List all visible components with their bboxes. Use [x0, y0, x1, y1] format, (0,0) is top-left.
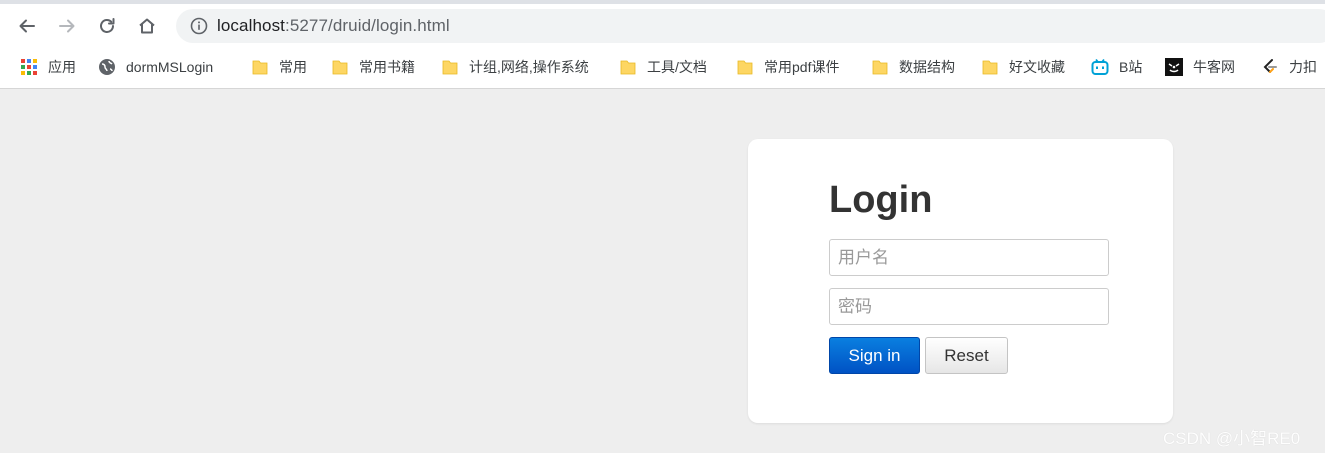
bookmark-label: 常用pdf课件: [764, 59, 840, 75]
folder-icon: [441, 58, 459, 76]
bookmark-label: 好文收藏: [1009, 59, 1065, 75]
folder-icon: [736, 58, 754, 76]
globe-icon: [98, 58, 116, 76]
bookmark-folder-books[interactable]: 常用书籍: [331, 52, 415, 82]
reload-button[interactable]: [91, 10, 123, 42]
nowcoder-icon: [1165, 58, 1183, 76]
bookmark-folder-pdf[interactable]: 常用pdf课件: [736, 52, 839, 82]
reload-icon: [100, 18, 115, 33]
bookmark-leetcode[interactable]: 力扣: [1261, 52, 1317, 82]
back-button[interactable]: [11, 10, 43, 42]
folder-icon: [251, 58, 269, 76]
folder-icon: [871, 58, 889, 76]
leetcode-icon: [1261, 58, 1279, 76]
bookmark-label: 力扣: [1289, 59, 1317, 75]
bookmark-label: 数据结构: [899, 59, 955, 75]
bookmark-folder-cs[interactable]: 计组,网络,操作系统: [441, 52, 589, 82]
apps-grid-icon: [20, 58, 38, 76]
bookmark-folder-changyong[interactable]: 常用: [251, 52, 307, 82]
bookmark-label: dormMSLogin: [126, 59, 214, 75]
info-icon[interactable]: [190, 17, 208, 35]
url-path: :5277/druid/login.html: [285, 16, 450, 35]
bookmark-label: 应用: [48, 59, 76, 75]
bookmark-label: 计组,网络,操作系统: [469, 59, 589, 75]
watermark: CSDN @小智RE0: [1163, 429, 1301, 448]
folder-icon: [619, 58, 637, 76]
bilibili-icon: [1091, 58, 1109, 76]
reset-button[interactable]: Reset: [925, 337, 1008, 374]
browser-toolbar: localhost:5277/druid/login.html 应用 dormM…: [0, 0, 1325, 89]
login-title: Login: [829, 179, 933, 221]
bookmark-folder-ds[interactable]: 数据结构: [871, 52, 955, 82]
arrow-right-icon: [59, 19, 75, 33]
bookmark-label: B站: [1119, 59, 1143, 75]
bookmark-bilibili[interactable]: B站: [1091, 52, 1142, 82]
folder-icon: [331, 58, 349, 76]
home-button[interactable]: [131, 10, 163, 42]
bookmarks-bar: 应用 dormMSLogin 常用 常用书籍 计组,网络,操作系统 工具/文档 …: [0, 52, 1325, 82]
forward-button[interactable]: [51, 10, 83, 42]
bookmark-dormmslogin[interactable]: dormMSLogin: [98, 52, 213, 82]
bookmark-apps[interactable]: 应用: [20, 52, 76, 82]
bookmark-label: 常用书籍: [359, 59, 415, 75]
url-text: localhost:5277/druid/login.html: [217, 16, 450, 36]
bookmark-label: 牛客网: [1193, 59, 1235, 75]
home-icon: [139, 18, 155, 34]
bookmark-folder-articles[interactable]: 好文收藏: [981, 52, 1065, 82]
tab-strip: [0, 0, 1325, 4]
password-input[interactable]: [829, 288, 1109, 325]
bookmark-nowcoder[interactable]: 牛客网: [1165, 52, 1235, 82]
arrow-left-icon: [19, 19, 35, 33]
username-input[interactable]: [829, 239, 1109, 276]
login-card: Login Sign in Reset: [748, 139, 1173, 423]
bookmark-label: 常用: [279, 59, 307, 75]
bookmark-folder-tools[interactable]: 工具/文档: [619, 52, 707, 82]
bookmark-label: 工具/文档: [647, 59, 707, 75]
folder-icon: [981, 58, 999, 76]
sign-in-button[interactable]: Sign in: [829, 337, 920, 374]
address-bar[interactable]: localhost:5277/druid/login.html: [176, 9, 1325, 43]
url-host: localhost: [217, 16, 285, 35]
